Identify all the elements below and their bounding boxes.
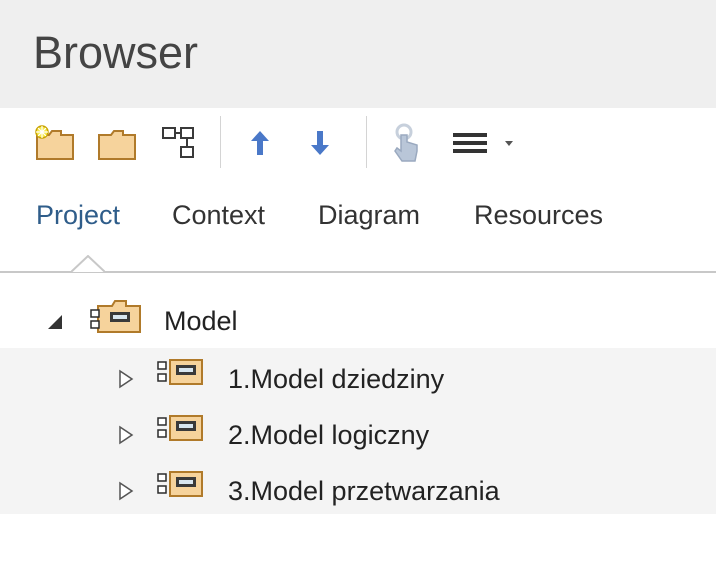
expanded-triangle-icon[interactable]	[44, 311, 64, 333]
collapsed-triangle-icon[interactable]	[116, 368, 136, 390]
structure-button[interactable]	[156, 120, 202, 166]
menu-button[interactable]	[444, 120, 530, 166]
toolbar-separator	[366, 116, 367, 168]
title-bar: Browser	[0, 0, 716, 108]
browser-panel: Browser Project Context Diagram Resource…	[0, 0, 716, 565]
tab-project[interactable]: Project	[36, 200, 120, 231]
new-package-icon	[35, 125, 74, 160]
tab-context[interactable]: Context	[172, 200, 265, 231]
tree-node-label: 2.Model logiczny	[228, 420, 430, 450]
panel-title: Browser	[33, 27, 199, 78]
move-up-icon	[251, 131, 269, 155]
tree-node-label: Model	[164, 306, 238, 336]
tab-bar: Project Context Diagram Resources	[0, 180, 716, 272]
structure-icon	[162, 127, 194, 158]
tab-underline	[0, 271, 716, 273]
model-package-icon	[90, 300, 141, 333]
folder-icon	[98, 130, 136, 160]
active-tab-indicator	[71, 255, 105, 273]
package-icon	[157, 415, 203, 441]
collapsed-triangle-icon[interactable]	[116, 480, 136, 502]
tree-node-label: 1.Model dziedziny	[228, 364, 445, 394]
locate-button[interactable]	[384, 120, 430, 166]
move-down-icon	[311, 131, 329, 155]
new-folder-button[interactable]	[94, 120, 140, 166]
collapsed-triangle-icon[interactable]	[116, 424, 136, 446]
locate-icon	[394, 123, 418, 162]
move-up-button[interactable]	[240, 120, 280, 166]
new-package-button[interactable]	[32, 120, 78, 166]
toolbar	[0, 108, 716, 180]
tab-diagram[interactable]: Diagram	[318, 200, 420, 231]
package-icon	[157, 471, 203, 497]
package-icon	[157, 359, 203, 385]
menu-icon	[453, 133, 513, 153]
move-down-button[interactable]	[300, 120, 340, 166]
tab-resources[interactable]: Resources	[474, 200, 603, 231]
tree-node-label: 3.Model przetwarzania	[228, 476, 500, 506]
toolbar-separator	[220, 116, 221, 168]
